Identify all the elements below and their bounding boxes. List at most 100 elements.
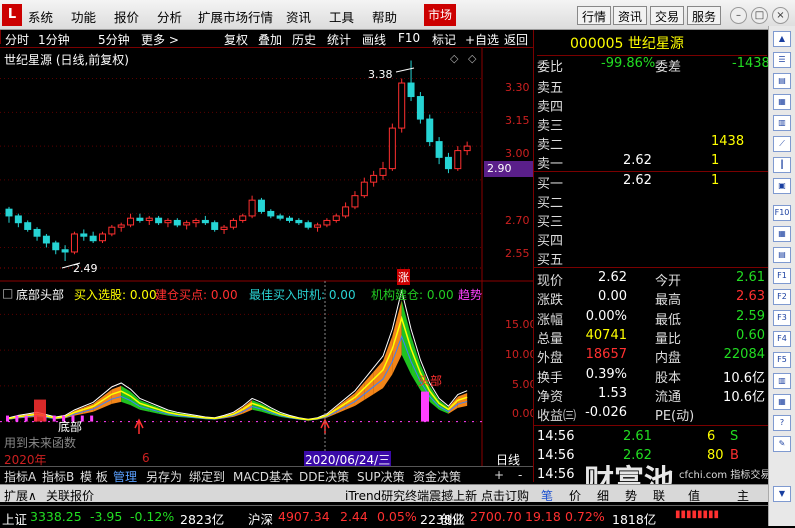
- quote-mode-button[interactable]: 行情: [577, 6, 612, 25]
- panel-tab-link[interactable]: 联: [653, 487, 665, 504]
- f10-icon[interactable]: F10: [773, 205, 791, 221]
- kline-svg[interactable]: [0, 48, 533, 466]
- help-icon[interactable]: ?: [773, 415, 791, 431]
- chart-area[interactable]: 世纪星源 (日线,前复权) ◇ ◇ 3.38 2.49 3.30 3.15 3.…: [0, 48, 537, 468]
- panel-tab-price[interactable]: 价: [569, 487, 581, 504]
- overlay-button[interactable]: 叠加: [258, 31, 282, 48]
- indicator-tabs: 指标A 指标B 模 板 管理 另存为 绑定到 MACD基本 DDE决策 SUP决…: [0, 466, 533, 484]
- candle-icon[interactable]: ┃: [773, 157, 791, 173]
- candle-body: [444, 156, 452, 170]
- fast-icon[interactable]: ▣: [773, 178, 791, 194]
- draw-line-button[interactable]: 画线: [362, 31, 386, 48]
- trend-icon[interactable]: ⟋: [773, 136, 791, 152]
- low-price-label: 2.49: [73, 262, 98, 275]
- kline-icon[interactable]: ▥: [773, 115, 791, 131]
- panel-tab-value[interactable]: 值: [688, 487, 700, 504]
- market-button[interactable]: 市场: [424, 4, 457, 26]
- cy-label[interactable]: 创业: [440, 509, 465, 528]
- menu-item-tools[interactable]: 工具: [329, 7, 354, 26]
- panel-tab-trend[interactable]: 势: [625, 487, 637, 504]
- menu-item-news[interactable]: 资讯: [286, 7, 311, 26]
- sector-icon[interactable]: ▦: [773, 394, 791, 410]
- ad-ticker[interactable]: iTrend研究终端震撼上新 点击订购: [345, 487, 529, 504]
- tools-icon[interactable]: ✎: [773, 436, 791, 452]
- candle-body: [370, 174, 378, 183]
- tab-manage[interactable]: 管理: [113, 468, 137, 485]
- menu-item-system[interactable]: 系统: [28, 7, 53, 26]
- book-level-label: 卖五: [537, 81, 564, 96]
- mark-button[interactable]: 标记: [432, 31, 456, 48]
- table-icon[interactable]: ▤: [773, 247, 791, 263]
- back-button[interactable]: 返回: [504, 31, 528, 48]
- indicator-expand-icon[interactable]: □: [2, 286, 13, 300]
- sz-label[interactable]: 沪深: [248, 509, 273, 528]
- panel-tab-detail[interactable]: 细: [597, 487, 609, 504]
- tick-list-icon[interactable]: ▤: [773, 73, 791, 89]
- date-month-label: 6: [142, 451, 150, 465]
- tab-intraday[interactable]: 分时: [5, 31, 29, 48]
- tab-bind-to[interactable]: 绑定到: [189, 468, 225, 485]
- book-level-label: 买四: [537, 234, 564, 249]
- add-tab-button[interactable]: +: [494, 468, 504, 482]
- panel-tab-main[interactable]: 主: [737, 487, 749, 504]
- adjust-button[interactable]: 复权: [224, 31, 248, 48]
- menu-item-analysis[interactable]: 分析: [157, 7, 182, 26]
- expand-button[interactable]: 扩展∧: [4, 487, 37, 504]
- book-level-label: 买五: [537, 253, 564, 268]
- indicator-name[interactable]: 底部头部: [16, 286, 64, 303]
- indicator-axis-tick: 10.00: [505, 348, 537, 361]
- menu-item-ext-market[interactable]: 扩展市场行情: [198, 7, 273, 26]
- tab-macd[interactable]: MACD基本: [233, 468, 293, 485]
- remove-tab-button[interactable]: -: [518, 468, 522, 482]
- sh-label[interactable]: 上证: [2, 509, 27, 528]
- maximize-icon[interactable]: □: [751, 7, 768, 24]
- tab-sup[interactable]: SUP决策: [357, 468, 405, 485]
- news-mode-button[interactable]: 资讯: [613, 6, 648, 25]
- tab-template[interactable]: 模 板: [80, 468, 108, 485]
- candle-body: [108, 226, 116, 235]
- minimize-icon[interactable]: –: [730, 7, 747, 24]
- candle-body: [332, 215, 340, 221]
- trade-mode-button[interactable]: 交易: [650, 6, 685, 25]
- history-button[interactable]: 历史: [292, 31, 316, 48]
- nav-down-icon[interactable]: ▼: [773, 486, 791, 502]
- tab-fund[interactable]: 资金决策: [413, 468, 461, 485]
- diamond-icon[interactable]: ◇: [450, 52, 458, 65]
- stats-button[interactable]: 统计: [327, 31, 351, 48]
- menu-item-help[interactable]: 帮助: [372, 7, 397, 26]
- nav-up-icon[interactable]: ▲: [773, 31, 791, 47]
- tab-1min[interactable]: 1分钟: [38, 31, 70, 48]
- related-quote-button[interactable]: 关联报价: [46, 487, 94, 504]
- candle-body: [342, 206, 350, 217]
- f4-icon[interactable]: F4: [773, 331, 791, 347]
- realtime-icon[interactable]: ▦: [773, 94, 791, 110]
- tab-indicator-b[interactable]: 指标B: [42, 468, 74, 485]
- f3-icon[interactable]: F3: [773, 310, 791, 326]
- tab-indicator-a[interactable]: 指标A: [4, 468, 36, 485]
- tick-side: S: [730, 429, 739, 444]
- stat-label: 最低: [655, 312, 682, 328]
- tab-save-as[interactable]: 另存为: [146, 468, 182, 485]
- add-watchlist-button[interactable]: +自选: [465, 31, 499, 48]
- f5-icon[interactable]: F5: [773, 352, 791, 368]
- f1-icon[interactable]: F1: [773, 268, 791, 284]
- grid-icon[interactable]: ▦: [773, 226, 791, 242]
- close-icon[interactable]: ×: [772, 7, 789, 24]
- f2-icon[interactable]: F2: [773, 289, 791, 305]
- f10-button[interactable]: F10: [398, 31, 420, 45]
- menu-item-function[interactable]: 功能: [71, 7, 96, 26]
- tab-5min[interactable]: 5分钟: [98, 31, 130, 48]
- rank-icon[interactable]: ▥: [773, 373, 791, 389]
- price-axis-tick: 2.55: [505, 247, 530, 260]
- tab-more[interactable]: 更多 >: [141, 31, 179, 48]
- kline-title: 世纪星源 (日线,前复权): [4, 53, 129, 67]
- book-level-label: 买二: [537, 196, 564, 211]
- service-mode-button[interactable]: 服务: [687, 6, 722, 25]
- watchlist-icon[interactable]: ☰: [773, 52, 791, 68]
- collapse-icon[interactable]: ◇: [468, 52, 476, 65]
- tab-dde[interactable]: DDE决策: [299, 468, 349, 485]
- cy-change: 19.18: [525, 509, 561, 524]
- panel-tab-trades[interactable]: 笔: [541, 487, 553, 504]
- menu-item-quote[interactable]: 报价: [114, 7, 139, 26]
- sell-level-row: 卖一 2.62 1: [537, 153, 767, 172]
